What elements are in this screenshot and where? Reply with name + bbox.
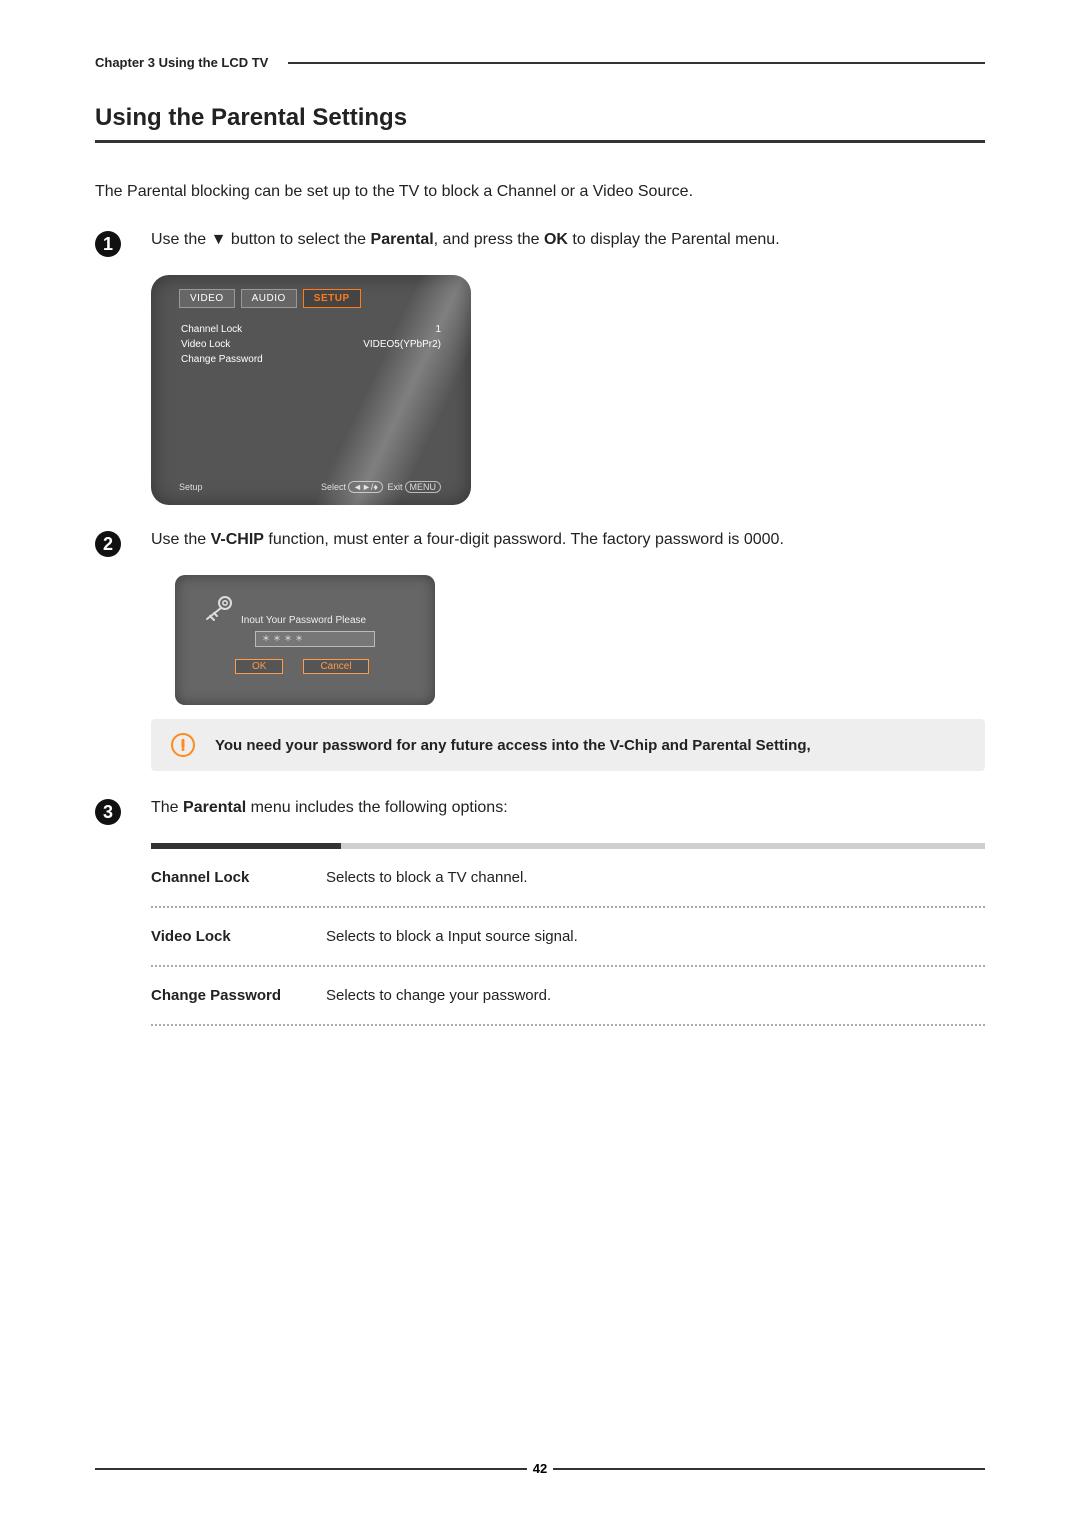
s2-b: V-CHIP — [211, 531, 264, 548]
password-prompt-screenshot: Inout Your Password Please ＊＊＊＊ OK Cance… — [175, 575, 435, 705]
options-table-header-bar — [151, 843, 985, 849]
step-number-3: 3 — [95, 799, 121, 825]
tab-audio[interactable]: AUDIO — [241, 289, 297, 308]
row-label: Change Password — [181, 354, 263, 365]
footer-nav: Select◄►/♦ ExitMENU — [321, 481, 443, 493]
step-1: 1 Use the ▼ button to select the Parenta… — [95, 231, 985, 257]
tv-menu-rows: Channel Lock 1 Video Lock VIDEO5(YPbPr2)… — [151, 318, 471, 367]
option-desc: Selects to change your password. — [326, 987, 551, 1004]
option-name: Change Password — [151, 987, 326, 1004]
s2-post: function, must enter a four-digit passwo… — [264, 531, 784, 548]
row-label: Video Lock — [181, 339, 230, 350]
password-field[interactable]: ＊＊＊＊ — [255, 631, 375, 647]
row-value: VIDEO5(YPbPr2) — [363, 339, 441, 350]
footer-rule — [553, 1468, 985, 1470]
step-1-text: Use the ▼ button to select the Parental,… — [151, 231, 985, 249]
step-number-1: 1 — [95, 231, 121, 257]
warning-text: You need your password for any future ac… — [215, 737, 811, 754]
option-name: Video Lock — [151, 928, 326, 945]
row-label: Channel Lock — [181, 324, 242, 335]
tab-setup[interactable]: SETUP — [303, 289, 361, 308]
warning-icon — [171, 733, 195, 757]
s1-post: to display the Parental menu. — [568, 231, 780, 248]
tv-footer: Setup Select◄►/♦ ExitMENU — [179, 481, 443, 493]
s1-pre: Use the ▼ button to select the — [151, 231, 371, 248]
option-name: Channel Lock — [151, 869, 326, 886]
intro-text: The Parental blocking can be set up to t… — [95, 183, 985, 201]
table-row: Channel Lock Selects to block a TV chann… — [151, 849, 985, 908]
s3-b: Parental — [183, 799, 246, 816]
nav-menu-icon: MENU — [405, 481, 442, 493]
table-row[interactable]: Change Password — [181, 352, 441, 367]
footer-exit-label: Exit — [387, 482, 402, 492]
ok-button[interactable]: OK — [235, 659, 283, 674]
lock-key-icon — [201, 595, 235, 623]
s1-mid: , and press the — [434, 231, 544, 248]
nav-arrows-icon: ◄►/♦ — [348, 481, 383, 493]
step-2: 2 Use the V-CHIP function, must enter a … — [95, 531, 985, 557]
step-3: 3 The Parental menu includes the followi… — [95, 799, 985, 825]
step-2-text: Use the V-CHIP function, must enter a fo… — [151, 531, 985, 549]
footer-setup: Setup — [179, 482, 203, 492]
password-buttons: OK Cancel — [235, 659, 369, 674]
password-prompt-label: Inout Your Password Please — [241, 615, 366, 626]
cancel-button[interactable]: Cancel — [303, 659, 368, 674]
warning-callout: You need your password for any future ac… — [151, 719, 985, 771]
tv-tabs: VIDEO AUDIO SETUP — [151, 275, 471, 318]
table-row: Change Password Selects to change your p… — [151, 967, 985, 1026]
table-row[interactable]: Channel Lock 1 — [181, 322, 441, 337]
page-title: Using the Parental Settings — [95, 104, 985, 132]
footer-select-label: Select — [321, 482, 346, 492]
tab-video[interactable]: VIDEO — [179, 289, 235, 308]
table-row[interactable]: Video Lock VIDEO5(YPbPr2) — [181, 337, 441, 352]
option-desc: Selects to block a Input source signal. — [326, 928, 578, 945]
title-rule — [95, 140, 985, 143]
page: Chapter 3 Using the LCD TV Using the Par… — [0, 0, 1080, 1056]
footer-rule — [95, 1468, 527, 1470]
s1-b1: Parental — [371, 231, 434, 248]
step-number-2: 2 — [95, 531, 121, 557]
row-value: 1 — [435, 324, 441, 335]
s3-pre: The — [151, 799, 183, 816]
s1-b2: OK — [544, 231, 568, 248]
header-rule — [288, 62, 985, 64]
step-3-text: The Parental menu includes the following… — [151, 799, 985, 817]
chapter-label: Chapter 3 Using the LCD TV — [95, 55, 268, 70]
page-number: 42 — [527, 1461, 553, 1476]
option-desc: Selects to block a TV channel. — [326, 869, 528, 886]
table-row: Video Lock Selects to block a Input sour… — [151, 908, 985, 967]
options-table: Channel Lock Selects to block a TV chann… — [151, 843, 985, 1026]
page-footer: 42 — [95, 1461, 985, 1476]
s2-pre: Use the — [151, 531, 211, 548]
tv-menu-screenshot: VIDEO AUDIO SETUP Channel Lock 1 Video L… — [151, 275, 471, 505]
s3-post: menu includes the following options: — [246, 799, 508, 816]
chapter-header: Chapter 3 Using the LCD TV — [95, 55, 985, 74]
